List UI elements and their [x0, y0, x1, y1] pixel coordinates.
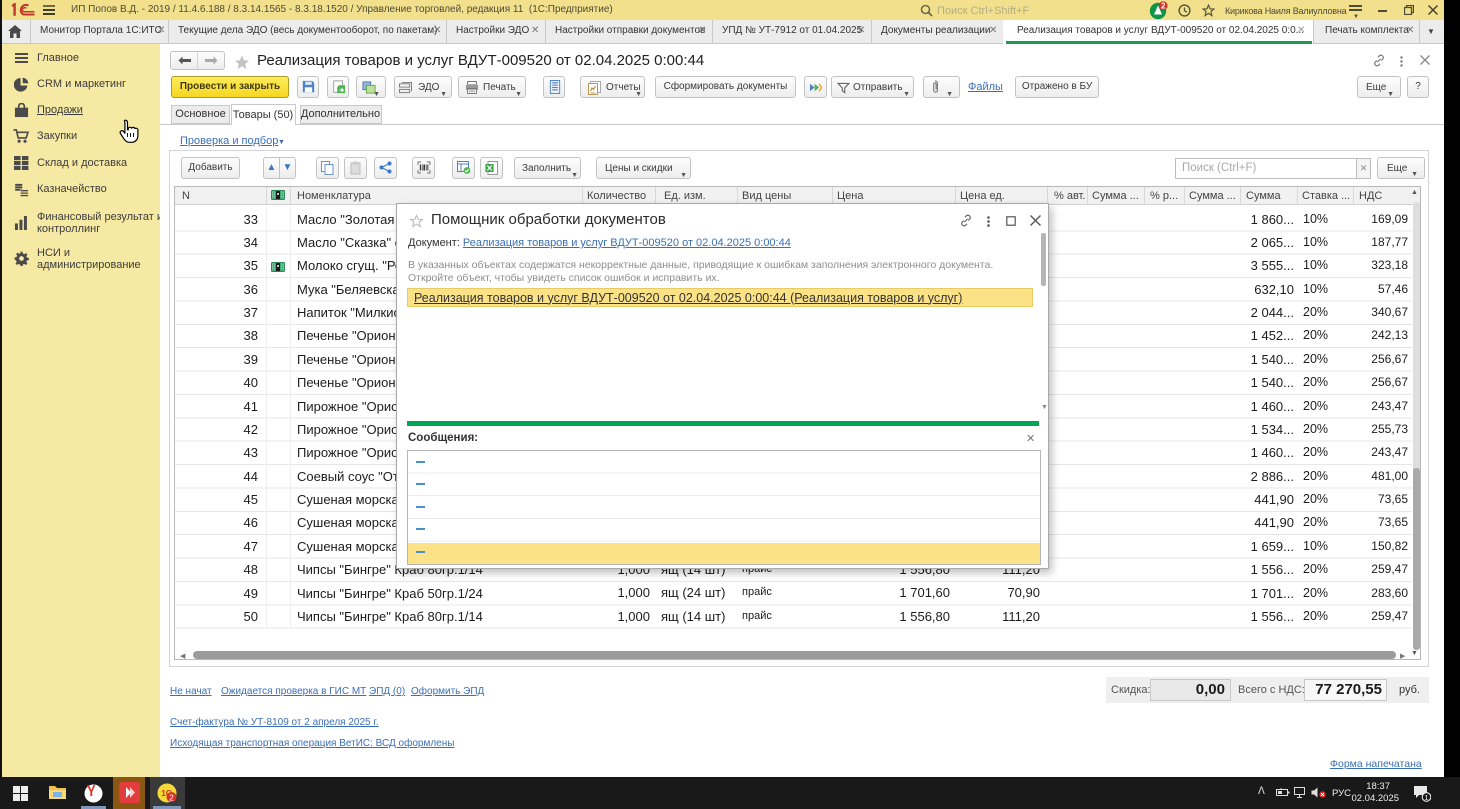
- svg-text:2: 2: [1161, 1, 1166, 10]
- svg-text:2: 2: [169, 792, 174, 802]
- svg-text:1: 1: [1424, 793, 1428, 802]
